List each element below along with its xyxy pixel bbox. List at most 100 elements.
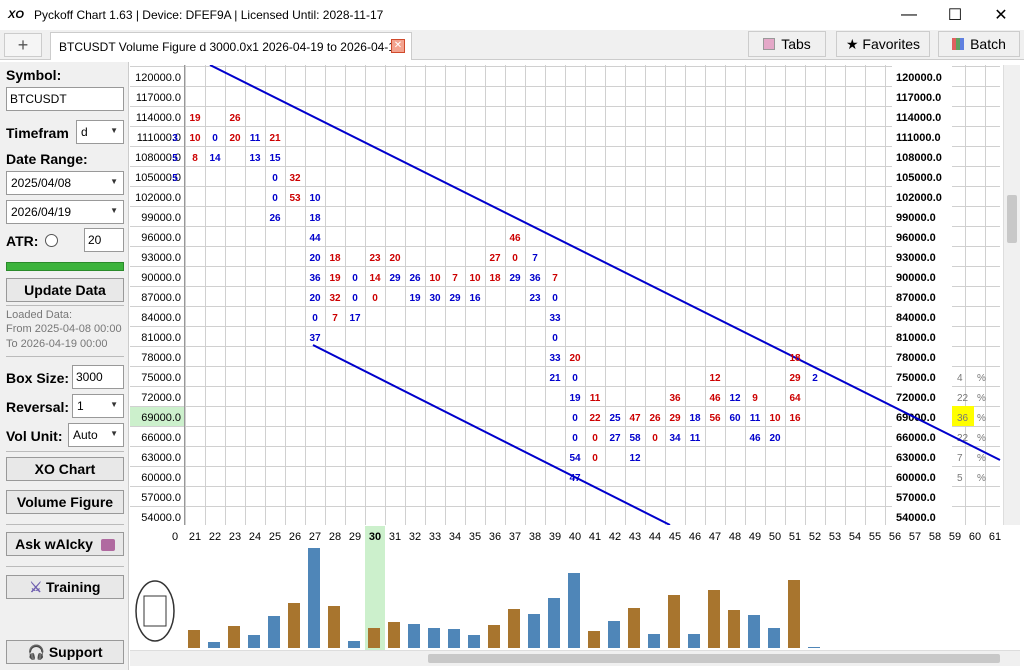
symbol-input[interactable]: BTCUSDT: [6, 87, 124, 111]
tabs-button-label: Tabs: [781, 36, 811, 52]
volume-bar: [288, 603, 300, 648]
training-button[interactable]: ⚔ Training: [6, 575, 124, 599]
column-number: 48: [729, 531, 741, 543]
volume-cell: 14: [209, 153, 221, 164]
atr-input[interactable]: 20: [84, 228, 124, 252]
column-number: 45: [669, 531, 681, 543]
atr-radio[interactable]: [45, 234, 58, 247]
divider: [6, 524, 124, 525]
column-number: 56: [889, 531, 901, 543]
volume-cell: 27: [489, 253, 501, 264]
date-range-label: Date Range:: [6, 151, 88, 167]
volume-cell: 36: [529, 273, 541, 284]
volume-cell: 56: [709, 413, 721, 424]
date-from-picker[interactable]: 2025/04/08: [6, 171, 124, 195]
batch-button-label: Batch: [970, 36, 1006, 52]
volume-bar: [368, 628, 380, 648]
price-label-left: 120000.0: [135, 72, 181, 84]
reversal-select[interactable]: 1: [72, 394, 124, 418]
volume-figure-button[interactable]: Volume Figure: [6, 490, 124, 514]
volume-cell: 29: [509, 273, 521, 284]
volume-cell: 32: [289, 173, 301, 184]
volume-cell: 19: [189, 113, 201, 124]
volume-bar: [268, 616, 280, 648]
price-label-right: 114000.0: [896, 112, 941, 124]
volume-cell: 10: [429, 273, 441, 284]
add-tab-button[interactable]: +: [4, 33, 42, 57]
box-size-input[interactable]: 3000: [72, 365, 124, 389]
ask-walcky-button[interactable]: Ask wAIcky: [6, 532, 124, 556]
volume-cell: 15: [269, 153, 281, 164]
volume-cell: 18: [689, 413, 701, 424]
column-number: 53: [829, 531, 841, 543]
volume-cell: 0: [552, 333, 558, 344]
volume-cell: 0: [212, 133, 218, 144]
horizontal-scroll-thumb[interactable]: [428, 654, 1000, 663]
volume-bar: [808, 647, 820, 648]
vertical-scrollbar[interactable]: [1003, 65, 1020, 525]
volume-figure-panel[interactable]: 0 21 22 23 24 25 26 27 28 29 30 31 32 33 34 35 36 37 38 39 4…: [130, 526, 1002, 650]
volume-cell: 0: [272, 173, 278, 184]
column-number: 33: [429, 531, 441, 543]
xo-chart-button[interactable]: XO Chart: [6, 457, 124, 481]
update-data-button[interactable]: Update Data: [6, 278, 124, 302]
column-number: 58: [929, 531, 941, 543]
stat-pct: %: [977, 433, 986, 444]
swords-icon: ⚔: [29, 579, 43, 595]
maximize-button[interactable]: ☐: [932, 0, 978, 30]
robot-icon: [100, 539, 115, 552]
stat-value: 7: [957, 453, 963, 464]
volume-cell: 54: [569, 453, 581, 464]
minimize-button[interactable]: —: [886, 0, 932, 30]
volume-cell: 0: [352, 273, 358, 284]
price-label-left: 75000.0: [141, 372, 181, 384]
close-tab-icon[interactable]: ✕: [391, 39, 405, 53]
volume-bar: [708, 590, 720, 648]
stat-value: 4: [957, 373, 963, 384]
column-number: 26: [289, 531, 301, 543]
timeframe-select[interactable]: d: [76, 120, 124, 144]
volume-cell: 7: [532, 253, 538, 264]
horizontal-scrollbar[interactable]: [130, 650, 1020, 666]
support-button[interactable]: 🎧 Support: [6, 640, 124, 664]
batch-icon: [952, 38, 965, 50]
price-label-left: 81000.0: [141, 332, 181, 344]
sidebar: Symbol: BTCUSDT Timefram d Date Range: 2…: [0, 62, 129, 670]
point-figure-chart[interactable]: 120000.0 120000.0 117000.0 117000.0 114000.0…: [130, 65, 1002, 525]
volume-cell: 0: [512, 253, 518, 264]
volume-cell: 5: [172, 153, 178, 164]
price-label-right: 90000.0: [896, 272, 936, 284]
price-label-right: 81000.0: [896, 332, 936, 344]
vertical-scroll-thumb[interactable]: [1007, 195, 1017, 243]
column-number: 35: [469, 531, 481, 543]
volume-cell: 11: [250, 133, 261, 144]
price-label-right: 102000.0: [896, 192, 942, 204]
volume-bar: [448, 629, 460, 648]
date-to-picker[interactable]: 2026/04/19: [6, 200, 124, 224]
price-label-right: 117000.0: [896, 92, 941, 104]
price-label-left: 78000.0: [141, 352, 181, 364]
volume-cell: 8: [192, 153, 198, 164]
tab-active-chart[interactable]: BTCUSDT Volume Figure d 3000.0x1 2026-04…: [50, 32, 412, 60]
volume-bar: [468, 635, 480, 648]
price-label-right: 63000.0: [896, 452, 936, 464]
timeframe-label: Timefram: [6, 125, 69, 141]
tabs-button[interactable]: Tabs: [748, 31, 826, 57]
mascot-icon: [135, 580, 175, 642]
app-logo-icon: XO: [8, 9, 24, 21]
volume-cell: 29: [449, 293, 461, 304]
batch-button[interactable]: Batch: [938, 31, 1020, 57]
stat-pct: %: [977, 393, 986, 404]
volume-cell: 12: [709, 373, 721, 384]
stat-pct: %: [977, 473, 986, 484]
close-window-button[interactable]: ✕: [978, 0, 1024, 30]
volume-cell: 29: [389, 273, 401, 284]
price-label-right: 93000.0: [896, 252, 936, 264]
vol-unit-select[interactable]: Auto: [68, 423, 124, 447]
column-number: 39: [549, 531, 561, 543]
volume-cell: 64: [789, 393, 801, 404]
column-number: 25: [269, 531, 281, 543]
box-size-label: Box Size:: [6, 370, 70, 386]
volume-bar: [348, 641, 360, 648]
favorites-button[interactable]: ★ Favorites: [836, 31, 930, 57]
